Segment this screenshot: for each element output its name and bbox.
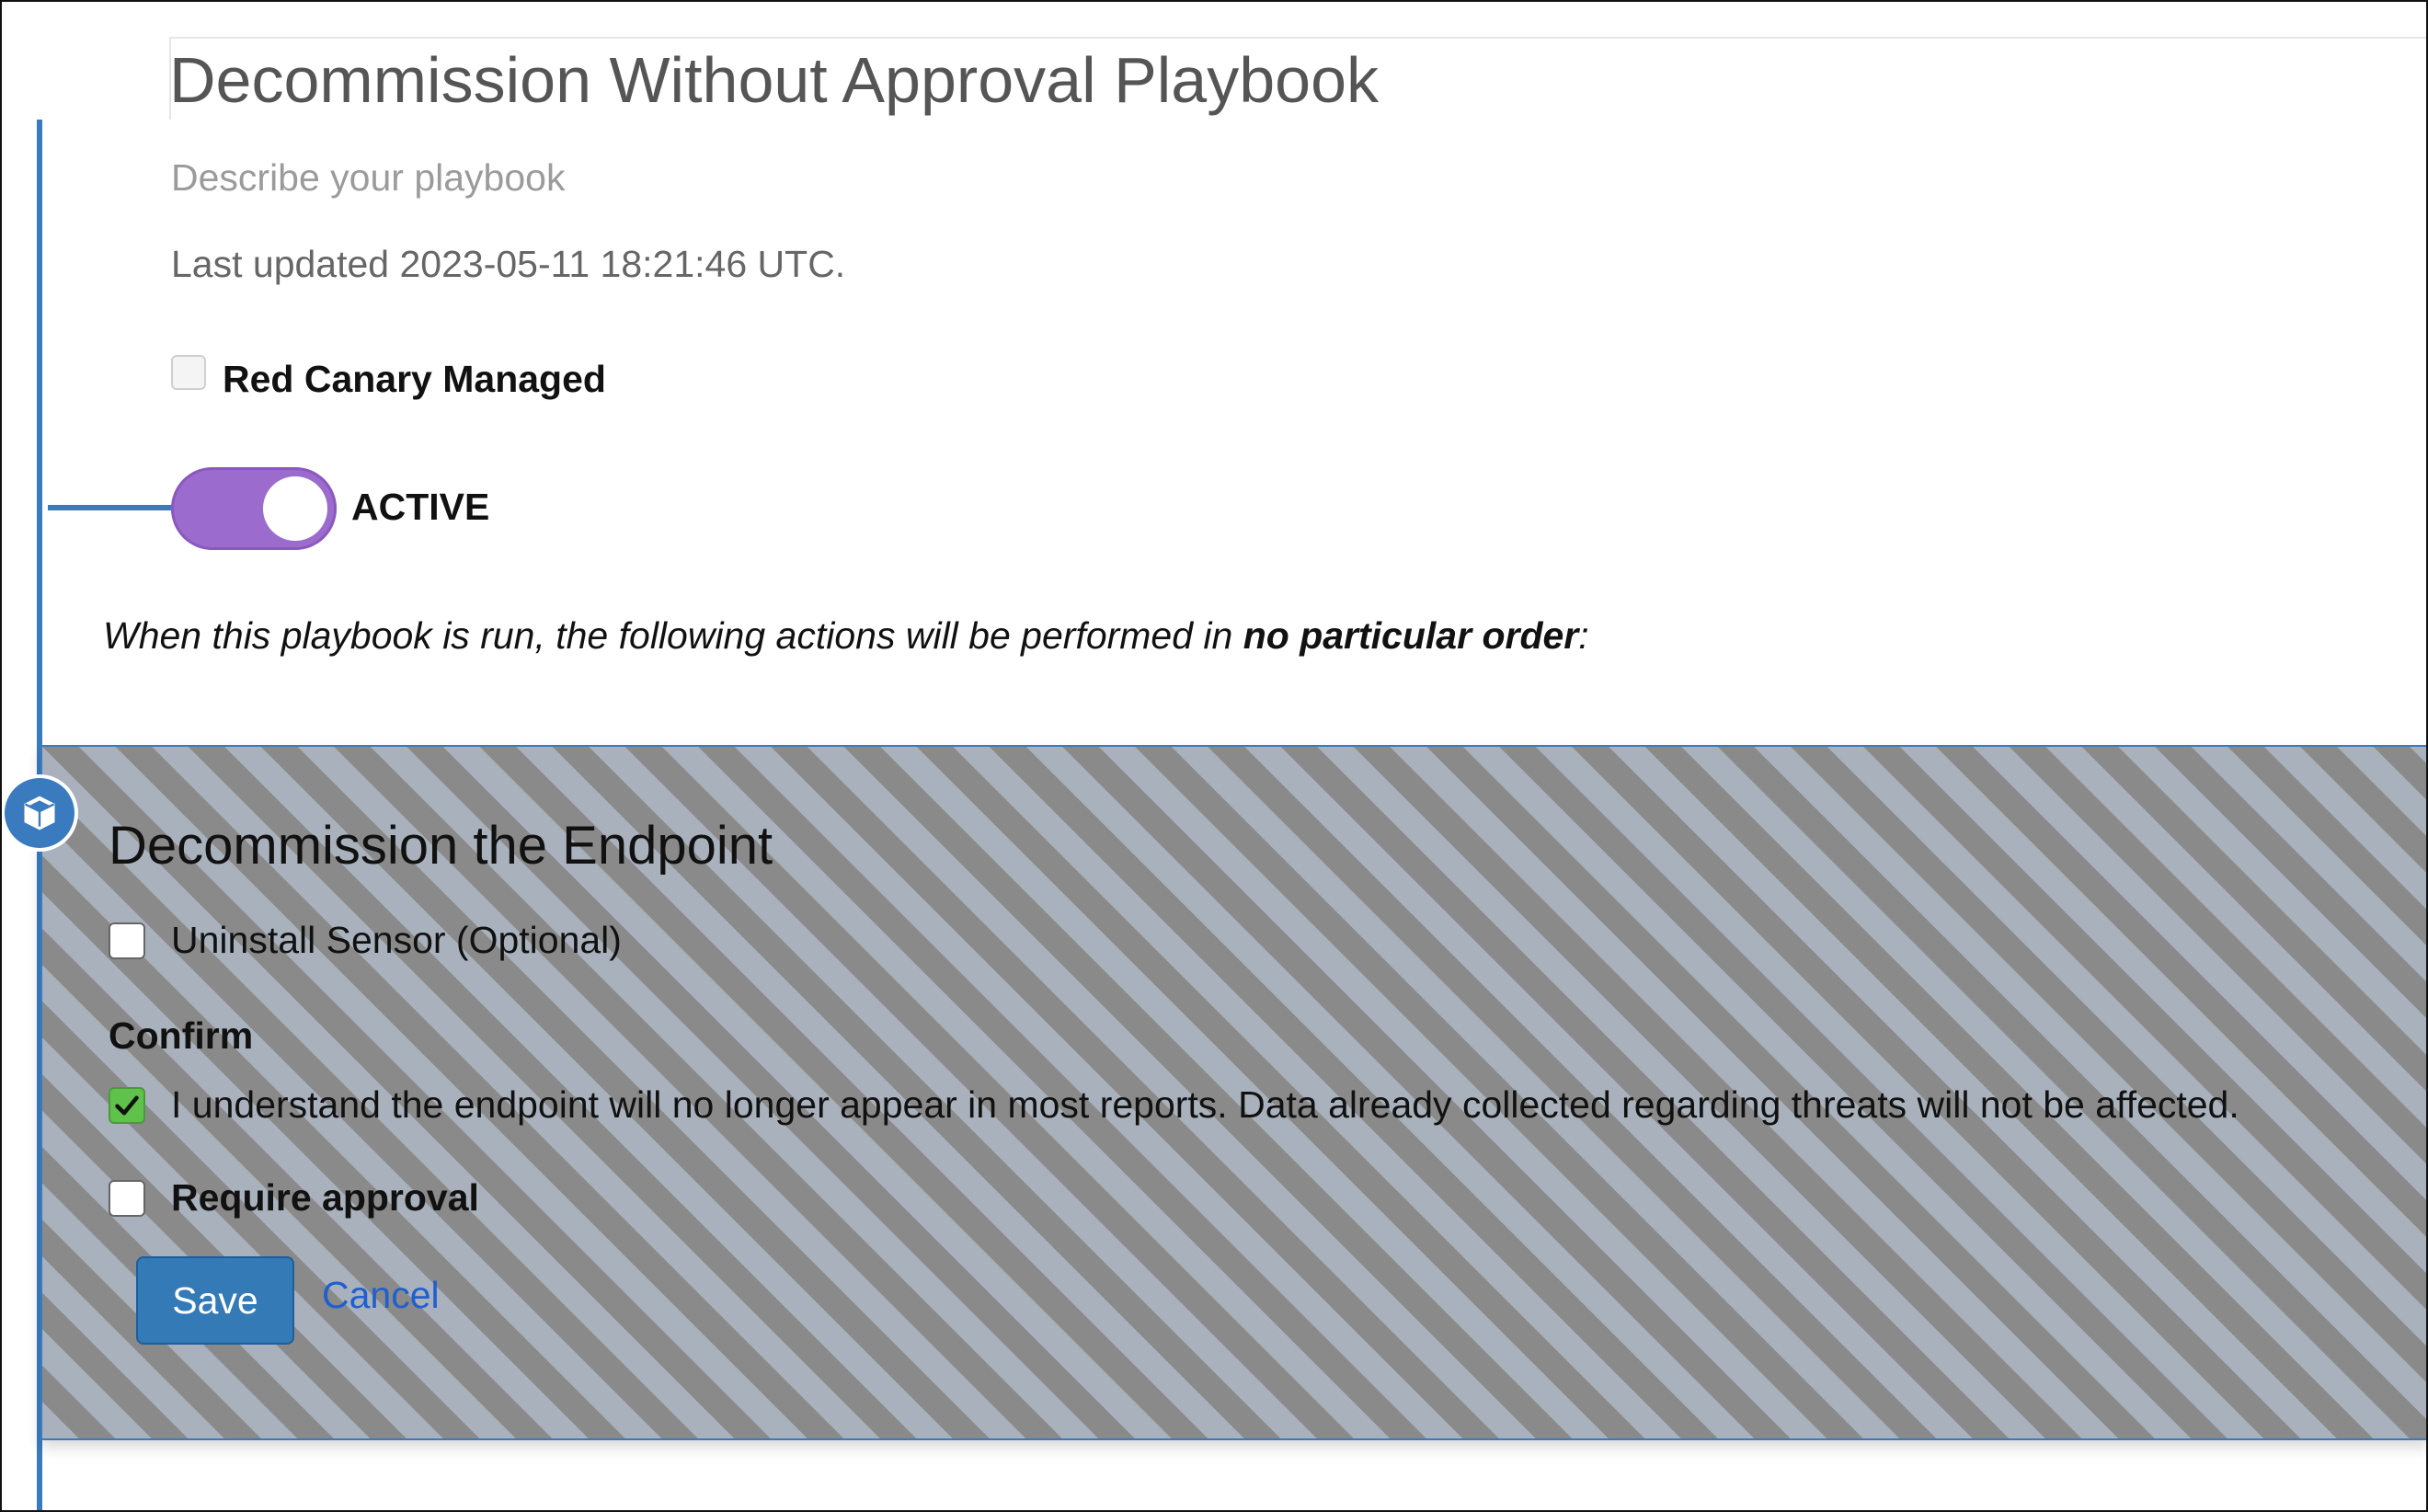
description-field[interactable]: Describe your playbook (171, 153, 565, 202)
cube-icon (5, 778, 74, 848)
run-order-text: When this playbook is run, the following… (103, 607, 1589, 664)
confirm-label: I understand the endpoint will no longer… (171, 1083, 2239, 1126)
save-button[interactable]: Save (136, 1256, 294, 1345)
toggle-knob (263, 476, 327, 541)
confirm-heading: Confirm (109, 1014, 254, 1057)
run-text-prefix: When this playbook is run, the following… (103, 614, 1243, 657)
action-title: Decommission the Endpoint (109, 816, 773, 876)
last-updated-text: Last updated 2023-05-11 18:21:46 UTC. (171, 243, 846, 285)
checkmark-icon (115, 1095, 139, 1116)
active-toggle[interactable] (171, 467, 337, 550)
confirm-checkbox[interactable] (109, 1087, 145, 1124)
playbook-title[interactable]: Decommission Without Approval Playbook (169, 39, 1379, 121)
run-text-emphasis: no particular order (1243, 614, 1579, 657)
cancel-link[interactable]: Cancel (322, 1267, 440, 1323)
timeline-connector (48, 505, 173, 510)
require-approval-checkbox[interactable] (109, 1180, 145, 1217)
run-text-suffix: : (1578, 614, 1589, 657)
active-label: ACTIVE (351, 486, 490, 528)
require-approval-label: Require approval (171, 1176, 479, 1219)
red-canary-managed-checkbox[interactable] (171, 355, 206, 390)
red-canary-managed-label: Red Canary Managed (223, 358, 606, 400)
uninstall-sensor-checkbox[interactable] (109, 922, 145, 959)
uninstall-sensor-label: Uninstall Sensor (Optional) (171, 919, 622, 961)
